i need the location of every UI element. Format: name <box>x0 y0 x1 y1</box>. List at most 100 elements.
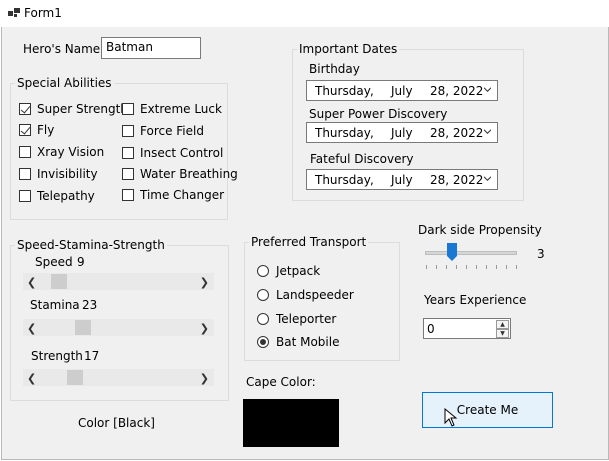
datepicker-day: Thursday <box>315 173 371 187</box>
years-experience-input[interactable]: 0 ▲ ▼ <box>423 318 511 339</box>
right-arrow-icon[interactable]: ❯ <box>200 372 209 385</box>
checkbox-fly[interactable]: Fly <box>19 123 117 139</box>
checkbox-telepathy[interactable]: Telepathy <box>19 189 117 205</box>
dark-side-slider-thumb[interactable] <box>446 242 458 262</box>
fateful-discovery-datepicker[interactable]: Thursday , July 28, 2022 <box>306 169 498 190</box>
mouse-cursor-icon <box>444 408 458 427</box>
dark-side-track[interactable] <box>425 251 517 255</box>
important-dates-title: Important Dates <box>299 42 398 56</box>
checkbox-box[interactable] <box>19 103 31 115</box>
birthday-datepicker[interactable]: Thursday , July 28, 2022 <box>306 80 498 101</box>
datepicker-day: Thursday <box>315 84 371 98</box>
checkbox-time-changer[interactable]: Time Changer <box>122 188 226 204</box>
radio-label: Jetpack <box>276 264 321 278</box>
strength-scrollbar[interactable]: ❮ ❯ <box>23 369 214 386</box>
radio-circle[interactable] <box>257 289 269 301</box>
left-arrow-icon[interactable]: ❮ <box>27 276 36 289</box>
radio-jetpack[interactable]: Jetpack <box>257 264 357 280</box>
right-arrow-icon[interactable]: ❯ <box>200 276 209 289</box>
slider-tick <box>516 265 517 269</box>
stamina-scrollbar-thumb[interactable] <box>75 320 91 335</box>
right-arrow-icon[interactable]: ❯ <box>200 322 209 335</box>
checkbox-extreme-luck[interactable]: Extreme Luck <box>122 102 226 118</box>
speed-scrollbar-thumb[interactable] <box>51 274 67 289</box>
checkbox-box[interactable] <box>122 103 134 115</box>
create-me-button[interactable]: Create Me <box>422 392 553 428</box>
color-label: Color [Black] <box>78 416 155 430</box>
slider-tick <box>476 265 477 269</box>
radio-circle[interactable] <box>257 336 269 348</box>
chevron-down-icon[interactable] <box>484 175 491 182</box>
checkbox-super-strength[interactable]: Super Strength <box>19 102 128 118</box>
speed-label: Speed <box>35 255 73 269</box>
slider-tick <box>436 265 437 269</box>
checkbox-label: Super Strength <box>37 102 128 116</box>
checkbox-box[interactable] <box>122 189 134 201</box>
speed-scrollbar[interactable]: ❮ ❯ <box>23 273 214 290</box>
radio-label: Teleporter <box>276 312 337 326</box>
radio-teleporter[interactable]: Teleporter <box>257 312 357 328</box>
speed-stamina-strength-title: Speed-Stamina-Strength <box>17 238 165 252</box>
chevron-down-icon[interactable] <box>484 128 491 135</box>
stamina-scrollbar[interactable]: ❮ ❯ <box>23 319 214 336</box>
checkbox-box[interactable] <box>19 168 31 180</box>
checkbox-xray-vision[interactable]: Xray Vision <box>19 145 117 161</box>
checkbox-label: Telepathy <box>37 189 95 203</box>
checkbox-box[interactable] <box>122 147 134 159</box>
radio-landspeeder[interactable]: Landspeeder <box>257 288 357 304</box>
app-icon <box>8 8 20 17</box>
cape-color-swatch[interactable] <box>243 399 339 447</box>
checkbox-box[interactable] <box>19 124 31 136</box>
slider-tick <box>456 265 457 269</box>
checkbox-label: Xray Vision <box>37 145 105 159</box>
checkbox-box[interactable] <box>19 146 31 158</box>
checkbox-water-breathing[interactable]: Water Breathing <box>122 167 238 183</box>
checkbox-invisibility[interactable]: Invisibility <box>19 167 117 183</box>
datepicker-date: 28, 2022 <box>430 84 484 98</box>
slider-tick <box>486 265 487 269</box>
cape-color-label: Cape Color: <box>246 375 316 389</box>
checkbox-box[interactable] <box>122 168 134 180</box>
super-power-discovery-label: Super Power Discovery <box>309 107 448 121</box>
datepicker-month: July <box>391 126 413 140</box>
checkbox-insect-control[interactable]: Insect Control <box>122 146 226 162</box>
datepicker-separator: , <box>370 84 374 98</box>
birthday-label: Birthday <box>309 62 360 76</box>
checkbox-label: Water Breathing <box>140 167 238 181</box>
hero-name-value: Batman <box>106 40 153 54</box>
slider-tick <box>506 265 507 269</box>
checkbox-force-field[interactable]: Force Field <box>122 124 226 140</box>
fateful-discovery-label: Fateful Discovery <box>310 152 414 166</box>
left-arrow-icon[interactable]: ❮ <box>27 322 36 335</box>
spin-up-icon[interactable]: ▲ <box>496 320 509 329</box>
checkbox-box[interactable] <box>122 125 134 137</box>
radio-bat-mobile[interactable]: Bat Mobile <box>257 335 357 351</box>
checkbox-label: Insect Control <box>140 146 224 160</box>
left-arrow-icon[interactable]: ❮ <box>27 372 36 385</box>
slider-tick <box>496 265 497 269</box>
datepicker-month: July <box>391 173 413 187</box>
radio-circle[interactable] <box>257 265 269 277</box>
hero-name-input[interactable]: Batman <box>101 37 201 59</box>
speed-value: 9 <box>77 255 85 269</box>
stamina-label: Stamina <box>30 298 80 312</box>
strength-value: 17 <box>84 349 100 363</box>
dark-side-value: 3 <box>537 247 545 261</box>
special-abilities-title: Special Abilities <box>17 76 112 90</box>
chevron-down-icon[interactable] <box>484 86 491 93</box>
radio-label: Bat Mobile <box>276 335 340 349</box>
strength-scrollbar-thumb[interactable] <box>67 370 83 385</box>
radio-circle[interactable] <box>257 313 269 325</box>
strength-label: Strength <box>31 349 83 363</box>
datepicker-date: 28, 2022 <box>430 126 484 140</box>
stamina-value: 23 <box>82 298 98 312</box>
spin-down-icon[interactable]: ▼ <box>496 329 509 338</box>
datepicker-date: 28, 2022 <box>430 173 484 187</box>
title-bar: Form1 <box>0 0 609 26</box>
radio-label: Landspeeder <box>276 288 354 302</box>
slider-tick <box>446 265 447 269</box>
super-power-discovery-datepicker[interactable]: Thursday , July 28, 2022 <box>306 122 498 143</box>
datepicker-month: July <box>391 84 413 98</box>
years-experience-label: Years Experience <box>424 293 527 307</box>
checkbox-box[interactable] <box>19 190 31 202</box>
